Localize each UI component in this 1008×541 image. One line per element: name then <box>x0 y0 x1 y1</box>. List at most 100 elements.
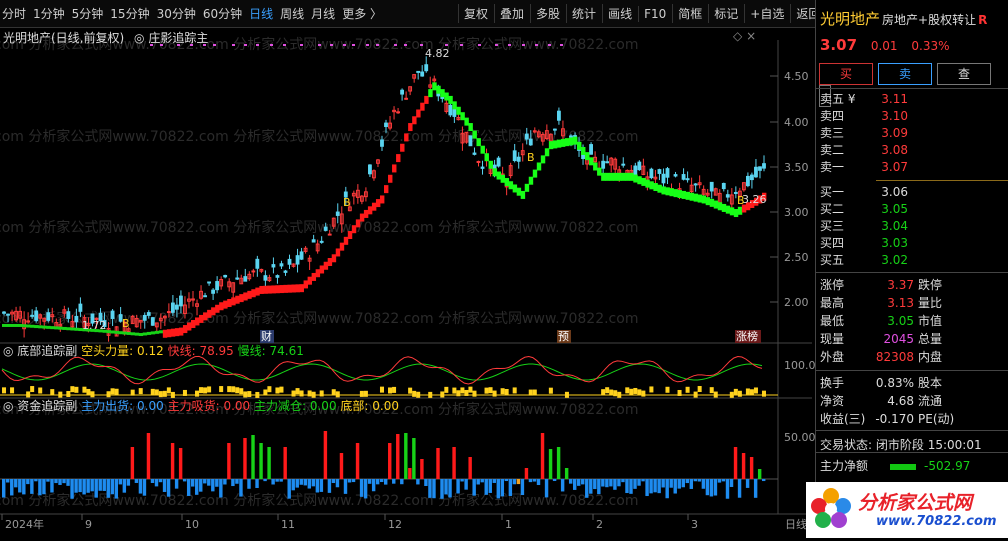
candle <box>223 274 228 278</box>
stat-key: 换手 <box>820 376 845 390</box>
tool-button[interactable]: F10 <box>638 6 671 22</box>
trail-band <box>38 325 43 329</box>
trail-band <box>295 284 300 293</box>
trail-band <box>472 130 477 139</box>
sub1-bar <box>392 386 397 393</box>
trail-band <box>174 328 180 337</box>
period-tab[interactable]: 更多 〉 <box>342 5 382 22</box>
sub1-bar <box>512 387 517 394</box>
candle <box>476 160 481 163</box>
stat-key-2: PE(动) <box>918 412 955 426</box>
period-tab[interactable]: 15分钟 <box>110 5 149 22</box>
order-price: 3.11 <box>881 92 908 106</box>
candle <box>275 275 280 278</box>
flow-bar <box>375 479 380 485</box>
tool-button[interactable]: 叠加 <box>494 4 529 23</box>
signal-dot <box>330 44 333 46</box>
tool-buttons: 复权 叠加 多股 统计 画线 F10 简框 标记 +自选 返回 <box>458 4 826 23</box>
candle <box>424 64 429 72</box>
candle <box>685 178 690 181</box>
candle <box>271 264 276 268</box>
trail-band <box>476 138 481 147</box>
trail-band <box>46 325 51 329</box>
trail-band <box>375 199 381 208</box>
flow-bar <box>291 479 295 491</box>
flow-bar <box>235 479 239 484</box>
chart-area[interactable]: com 分析家公式网www.70822.com 分析家公式网www.70822.… <box>0 0 815 538</box>
tool-button[interactable]: 简框 <box>672 4 707 23</box>
sub1-bar <box>697 386 702 393</box>
sub1-bar <box>388 387 393 394</box>
tool-button[interactable]: 标记 <box>708 4 743 23</box>
candle <box>142 314 147 321</box>
sub1-bar <box>335 391 340 398</box>
trail-band <box>500 174 506 183</box>
sub1-bar <box>219 386 224 393</box>
tool-button[interactable]: +自选 <box>744 4 789 23</box>
trail-band <box>444 92 449 101</box>
candle <box>416 70 421 73</box>
stat-key-2: 内盘 <box>918 350 943 364</box>
flow-bar <box>251 435 255 479</box>
diamond-icon[interactable]: ◇ <box>733 29 742 43</box>
period-tab[interactable]: 5分钟 <box>72 5 104 22</box>
stock-header: 光明地产 房地产+股权转让 R <box>820 8 987 29</box>
event-tag-yu[interactable]: 预 <box>558 330 569 343</box>
flow-bar <box>681 479 685 488</box>
candle <box>621 163 626 166</box>
chart-header: 光明地产(日线,前复权) ◎ 庄影追踪主 <box>3 29 208 46</box>
tool-button[interactable]: 复权 <box>458 4 493 23</box>
order-book-row: 卖五 ¥ 3.11 <box>820 91 1005 108</box>
flow-bar <box>396 434 400 479</box>
tool-button[interactable]: 统计 <box>566 4 601 23</box>
trail-band <box>448 95 453 104</box>
candle <box>74 315 79 323</box>
flow-bar <box>283 447 287 479</box>
candle <box>657 169 662 174</box>
candle <box>758 166 762 171</box>
candle <box>661 173 666 184</box>
period-tab[interactable]: 60分钟 <box>203 5 242 22</box>
buy-button[interactable]: 买 <box>819 63 873 85</box>
trail-band <box>34 325 39 329</box>
flow-bar <box>564 468 569 479</box>
trail-band <box>18 323 23 327</box>
period-tab[interactable]: 日线 <box>249 5 273 22</box>
sell-button[interactable]: 卖 <box>878 63 932 85</box>
period-tab[interactable]: 月线 <box>311 5 335 22</box>
tool-button[interactable]: 多股 <box>530 4 565 23</box>
flow-bar <box>279 479 283 482</box>
order-label: 买三 <box>820 219 845 233</box>
sub1-bar <box>500 388 505 395</box>
trail-band <box>681 190 686 199</box>
slow-line <box>1 363 763 381</box>
stat-value: 82308 <box>875 350 914 364</box>
flow-bar <box>665 479 669 499</box>
trail-band <box>247 290 252 299</box>
trail-band <box>436 85 441 94</box>
sub1-bar <box>114 388 119 395</box>
trail-band <box>589 157 594 166</box>
trail-band <box>134 332 140 336</box>
period-tab[interactable]: 周线 <box>280 5 304 22</box>
flow-bar <box>299 479 303 485</box>
event-tag-zhangbang[interactable]: 涨榜 <box>736 329 758 343</box>
tool-button[interactable]: 画线 <box>602 4 637 23</box>
trail-band <box>572 136 578 145</box>
event-tag-cai[interactable]: 财 <box>261 329 272 343</box>
period-tabs: 分时 1分钟 5分钟 15分钟 30分钟 60分钟 日线 周线 月线 更多 〉 <box>2 5 389 22</box>
close-icon[interactable]: × <box>746 29 756 43</box>
query-button[interactable]: 查 <box>937 63 991 85</box>
flow-bar <box>528 479 533 483</box>
trail-band <box>528 176 534 185</box>
indicator-selector[interactable]: ◎ 庄影追踪主 <box>134 31 208 45</box>
period-tab[interactable]: 1分钟 <box>33 5 65 22</box>
flow-bar <box>66 479 70 486</box>
flow-bar <box>572 479 577 490</box>
sub2-key: 主力吸货: <box>168 398 220 413</box>
period-tab[interactable]: 分时 <box>2 5 26 22</box>
candle <box>34 310 39 322</box>
period-tab[interactable]: 30分钟 <box>157 5 196 22</box>
flow-bar <box>359 479 364 497</box>
signal-dot <box>560 44 563 46</box>
